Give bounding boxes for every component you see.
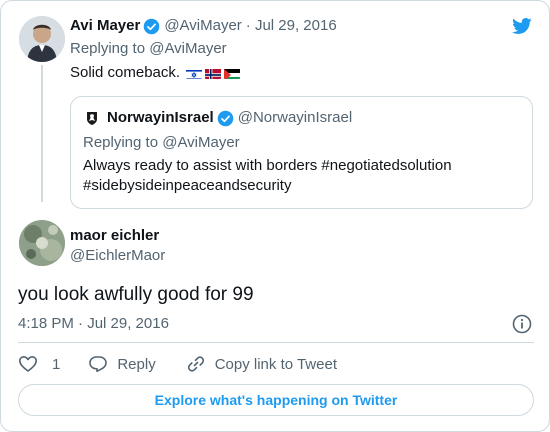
quoted-tweet-header: NorwayinIsrael @NorwayinIsrael — [83, 108, 352, 128]
explore-twitter-button[interactable]: Explore what's happening on Twitter — [18, 384, 534, 416]
verified-badge-icon — [217, 110, 234, 126]
reply-button[interactable]: Reply — [88, 354, 156, 374]
parent-tweet-date[interactable]: · Jul 29, 2016 — [246, 16, 337, 36]
main-tweet-text: you look awfully good for 99 — [18, 284, 254, 305]
link-icon — [187, 356, 204, 372]
main-author-name[interactable]: maor eichler — [70, 226, 159, 246]
copy-link-button[interactable]: Copy link to Tweet — [186, 354, 337, 374]
thread-connector-line — [41, 65, 43, 202]
like-button[interactable]: 1 — [18, 354, 60, 374]
avatar[interactable] — [19, 16, 65, 62]
quoted-tweet[interactable]: NorwayinIsrael @NorwayinIsrael Replying … — [70, 96, 533, 209]
reply-label: Reply — [117, 355, 156, 373]
parent-author-handle[interactable]: @AviMayer — [164, 16, 241, 36]
quoted-replying-to[interactable]: Replying to @AviMayer — [83, 133, 240, 153]
reply-bubble-icon — [89, 356, 108, 373]
verified-badge-icon — [144, 18, 160, 34]
embedded-tweet-card: Avi Mayer @AviMayer · Jul 29, 2016 Reply… — [0, 0, 550, 432]
parent-tweet-text-content: Solid comeback. — [70, 64, 181, 81]
quoted-text-line: #sidebysideinpeaceandsecurity — [83, 177, 292, 194]
heart-icon — [19, 356, 37, 372]
avatar[interactable] — [19, 220, 65, 266]
tweet-timestamp[interactable]: 4:18 PM · Jul 29, 2016 — [18, 314, 169, 334]
parent-tweet-header: Avi Mayer @AviMayer · Jul 29, 2016 — [70, 16, 337, 36]
parent-author-name[interactable]: Avi Mayer — [70, 16, 140, 36]
quoted-author-handle[interactable]: @NorwayinIsrael — [238, 108, 352, 128]
parent-replying-to[interactable]: Replying to @AviMayer — [70, 39, 227, 59]
palestine-flag-icon — [224, 67, 241, 79]
divider — [18, 342, 534, 343]
quoted-author-name[interactable]: NorwayinIsrael — [107, 108, 214, 128]
info-icon[interactable] — [512, 314, 532, 334]
israel-flag-icon — [186, 67, 203, 79]
parent-tweet-text: Solid comeback. — [70, 63, 241, 83]
twitter-bird-icon[interactable] — [510, 16, 534, 36]
norway-flag-icon — [205, 67, 222, 79]
quoted-tweet-text: Always ready to assist with borders #neg… — [83, 156, 452, 196]
like-count: 1 — [52, 355, 61, 373]
copy-link-label: Copy link to Tweet — [214, 355, 337, 373]
norway-coat-of-arms-icon — [83, 109, 101, 127]
quoted-text-line: Always ready to assist with borders #neg… — [83, 157, 452, 174]
tweet-actions: 1 Reply Copy link to Tweet — [18, 353, 337, 375]
main-author-handle[interactable]: @EichlerMaor — [70, 246, 165, 266]
